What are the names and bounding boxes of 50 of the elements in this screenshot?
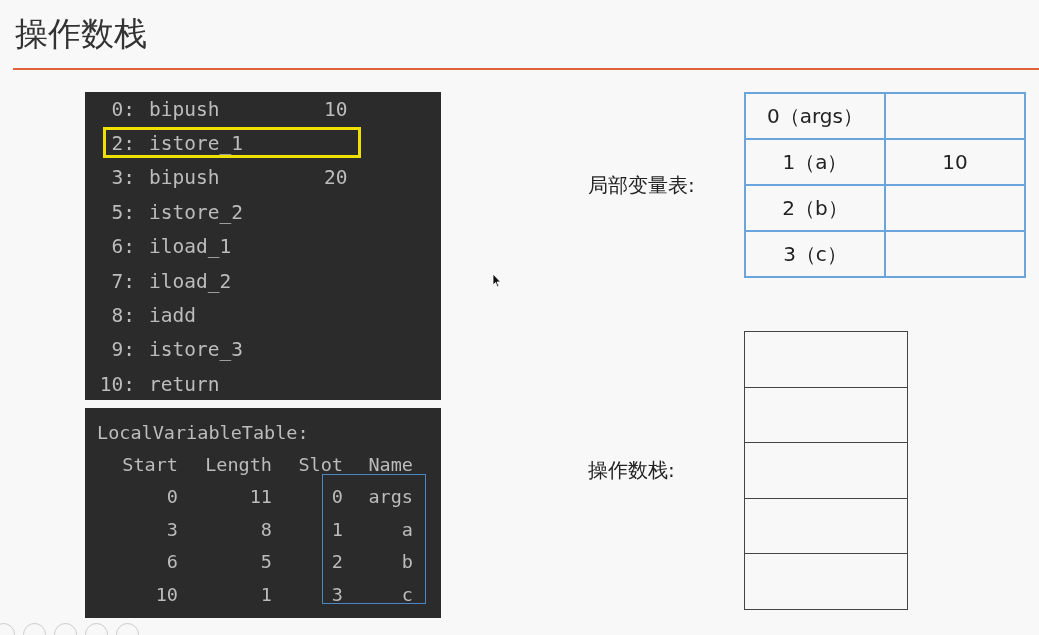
table-cell-text: args xyxy=(367,486,413,508)
operand: 20 xyxy=(324,166,348,190)
mouse-pointer-icon xyxy=(492,273,502,288)
table-cell: 3（c） xyxy=(745,231,885,277)
table-cell-text: 2 xyxy=(330,551,343,573)
table-cell-text: 1 xyxy=(330,518,343,540)
table-cell: 0（args） xyxy=(745,93,885,139)
table-cell-text: 3 xyxy=(165,518,178,540)
instruction: bipush xyxy=(149,97,220,121)
instruction: iadd xyxy=(149,304,196,328)
bytecode-offset: 0: xyxy=(110,97,135,121)
table-cell-text: c xyxy=(400,583,413,605)
local-variables-label: 局部变量表: xyxy=(588,171,696,199)
column-header: Slot xyxy=(297,453,343,475)
table-cell-text: 6 xyxy=(165,551,178,573)
table-cell-text: 0 xyxy=(165,486,178,508)
column-header: Length xyxy=(204,453,272,475)
instruction: bipush xyxy=(149,166,220,190)
table-cell-text: 8 xyxy=(259,518,272,540)
bytecode-offset: 10: xyxy=(98,372,135,396)
instruction: istore_3 xyxy=(149,338,243,362)
table-cell: 1（a） xyxy=(745,139,885,185)
bytecode-offset: 8: xyxy=(110,304,135,328)
bytecode-offset: 6: xyxy=(110,235,135,259)
slide-title: 操作数栈 xyxy=(15,13,147,55)
column-header: Name xyxy=(367,453,413,475)
bytecode-offset: 3: xyxy=(110,166,135,190)
bytecode-offset: 2: xyxy=(110,132,135,156)
table-cell-text: 1 xyxy=(259,583,272,605)
instruction: iload_1 xyxy=(149,235,232,259)
table-cell: 10 xyxy=(885,139,1025,185)
table-cell-text: 10 xyxy=(154,583,178,605)
table-cell-text: 5 xyxy=(259,551,272,573)
instruction: istore_1 xyxy=(149,132,243,156)
instruction: return xyxy=(149,372,220,396)
table-cell-text: 3 xyxy=(330,583,343,605)
table-cell-text: 11 xyxy=(248,486,272,508)
table-cell: 2（b） xyxy=(745,185,885,231)
listing-title: LocalVariableTable: xyxy=(97,421,309,443)
operand-stack-label: 操作数栈: xyxy=(588,456,676,484)
bytecode-offset: 5: xyxy=(110,200,135,224)
instruction: istore_2 xyxy=(149,200,243,224)
bytecode-offset: 9: xyxy=(110,338,135,362)
column-header: Start xyxy=(121,453,178,475)
table-cell-text: a xyxy=(400,518,413,540)
instruction: iload_2 xyxy=(149,269,232,293)
bytecode-offset: 7: xyxy=(110,269,135,293)
operand: 10 xyxy=(324,97,348,121)
table-cell-text: b xyxy=(400,551,413,573)
table-cell-text: 0 xyxy=(330,486,343,508)
